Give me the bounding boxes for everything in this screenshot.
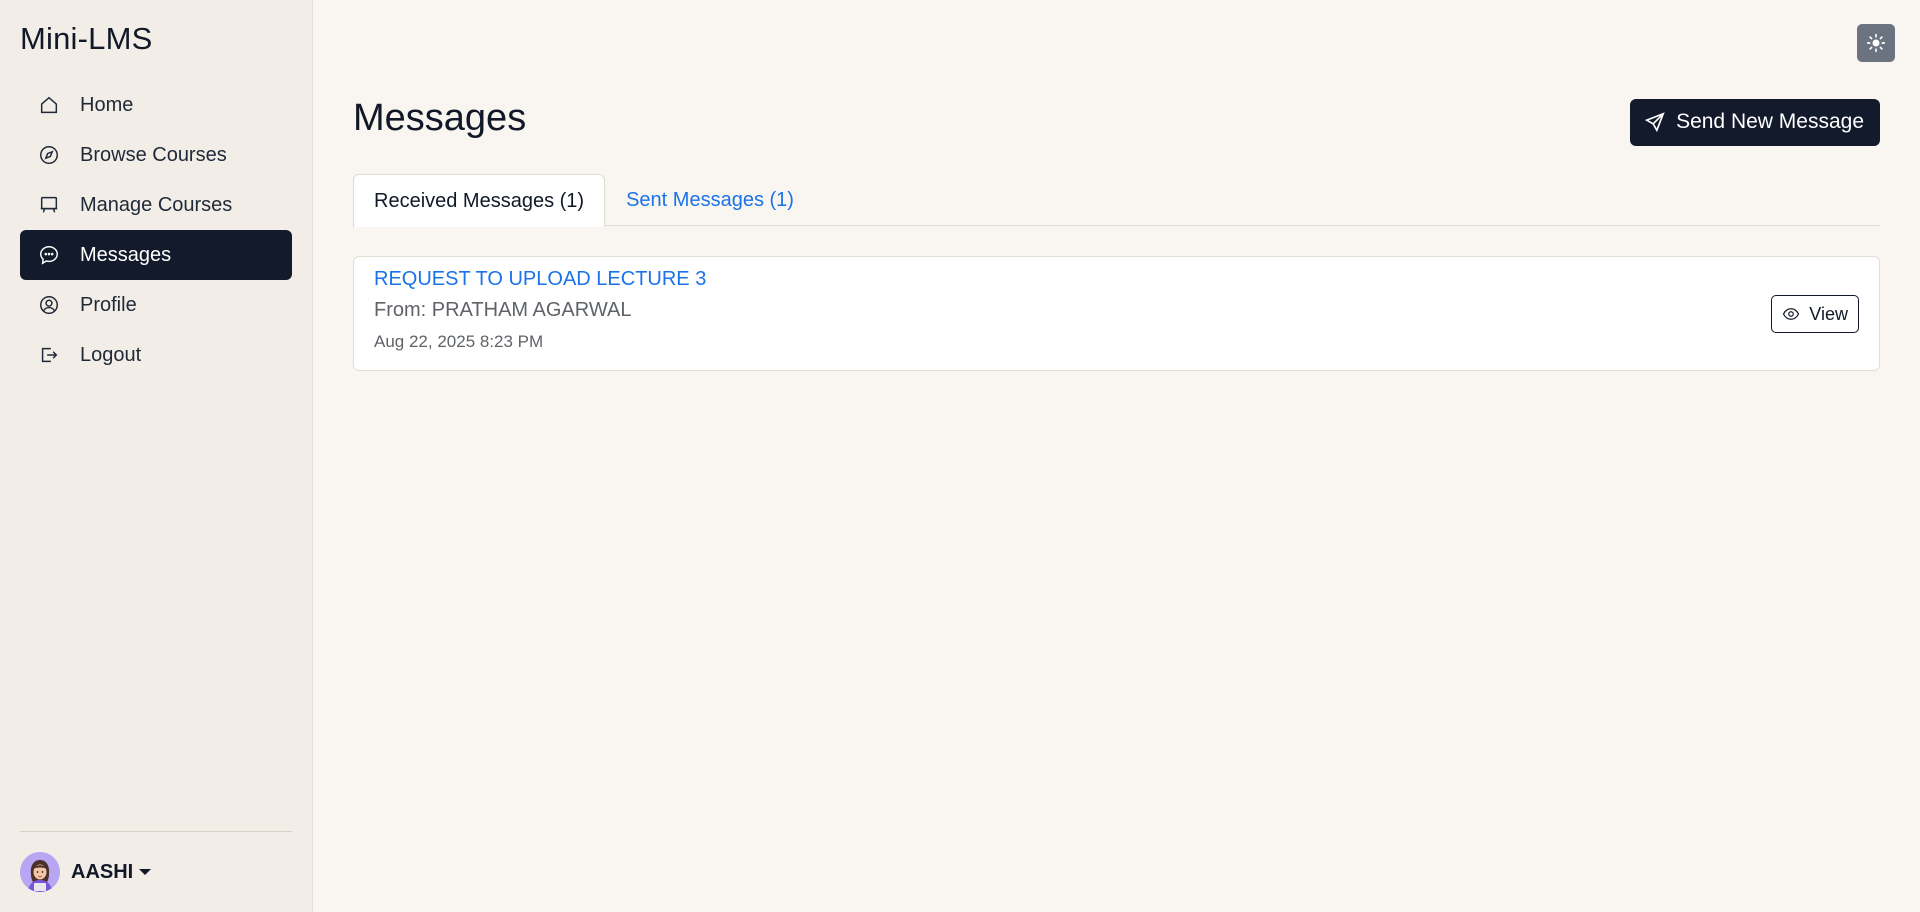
tab-sent-messages[interactable]: Sent Messages (1) — [605, 174, 815, 226]
message-sender: From: PRATHAM AGARWAL — [374, 299, 632, 321]
page-title: Messages — [353, 96, 527, 139]
main-content: Messages Send New Message Received Messa… — [313, 0, 1920, 912]
user-menu[interactable]: AASHI — [20, 831, 292, 912]
list-item: REQUEST TO UPLOAD LECTURE 3 From: PRATHA… — [353, 256, 1880, 371]
page-header: Messages Send New Message — [353, 94, 1880, 146]
theme-toggle-button[interactable] — [1857, 24, 1895, 62]
message-date: Aug 22, 2025 8:23 PM — [374, 332, 544, 351]
sidebar-item-logout[interactable]: Logout — [20, 330, 292, 380]
home-icon — [38, 94, 60, 116]
logout-icon — [38, 344, 60, 366]
compass-icon — [38, 144, 60, 166]
sidebar-item-label: Browse Courses — [80, 143, 227, 166]
sidebar-item-home[interactable]: Home — [20, 80, 292, 130]
sun-icon — [1866, 33, 1886, 53]
user-circle-icon — [38, 294, 60, 316]
view-message-button[interactable]: View — [1771, 295, 1859, 333]
sidebar-item-label: Logout — [80, 343, 142, 366]
user-name: AASHI — [71, 860, 134, 883]
sidebar-item-messages[interactable]: Messages — [20, 230, 292, 280]
message-tabs: Received Messages (1) Sent Messages (1) — [353, 174, 1880, 227]
send-new-message-label: Send New Message — [1676, 110, 1864, 133]
view-label: View — [1809, 303, 1848, 324]
message-subject-link[interactable]: REQUEST TO UPLOAD LECTURE 3 — [374, 268, 706, 291]
send-new-message-button[interactable]: Send New Message — [1630, 98, 1880, 146]
tab-received-messages[interactable]: Received Messages (1) — [353, 174, 606, 227]
sidebar-item-browse-courses[interactable]: Browse Courses — [20, 130, 292, 180]
sidebar-item-profile[interactable]: Profile — [20, 280, 292, 330]
sidebar-item-label: Messages — [80, 243, 172, 266]
sidebar-item-label: Profile — [80, 293, 137, 316]
sidebar-nav: Home Browse Courses Manage Courses Messa… — [20, 80, 292, 380]
send-icon — [1644, 112, 1665, 133]
sidebar-item-manage-courses[interactable]: Manage Courses — [20, 180, 292, 230]
app-root: Mini-LMS Home Browse Courses Manage Cour… — [0, 0, 1920, 912]
avatar — [20, 852, 60, 892]
sidebar-item-label: Home — [80, 93, 134, 116]
app-title: Mini-LMS — [20, 21, 153, 56]
caret-down-icon — [139, 869, 152, 875]
eye-icon — [1783, 308, 1800, 320]
sidebar-item-label: Manage Courses — [80, 193, 233, 216]
easel-icon — [38, 194, 60, 216]
sidebar: Mini-LMS Home Browse Courses Manage Cour… — [0, 0, 313, 912]
chat-icon — [38, 244, 60, 266]
